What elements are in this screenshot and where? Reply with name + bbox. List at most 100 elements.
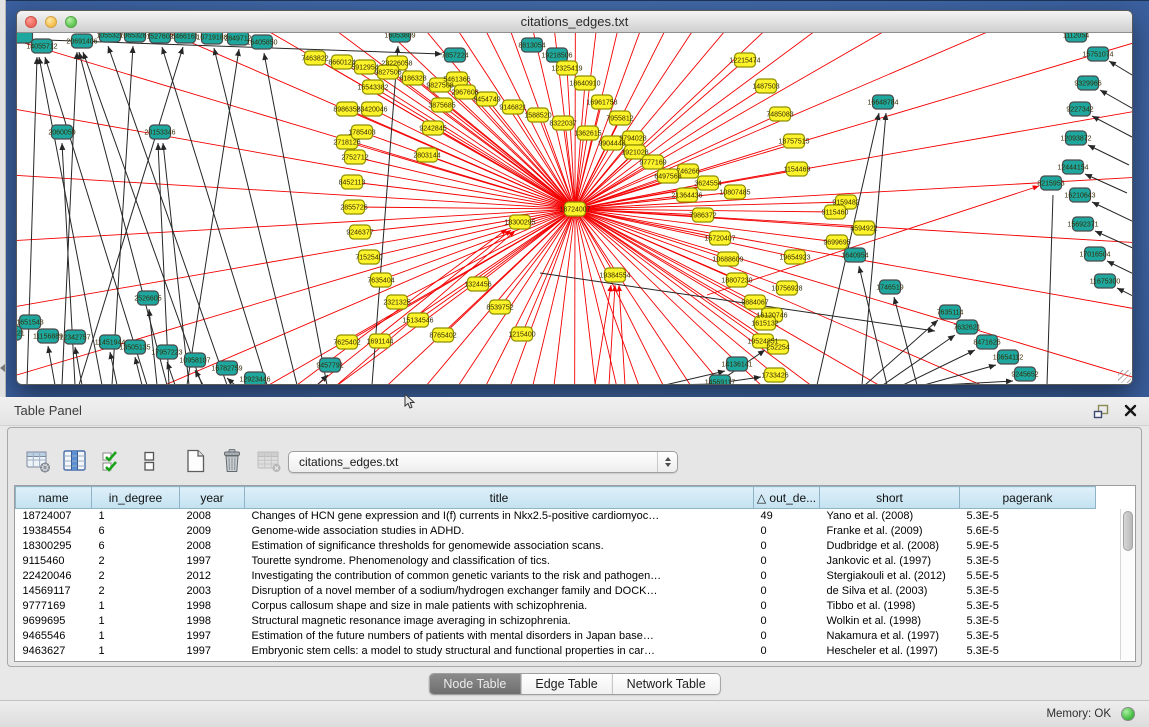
column-header[interactable]: △ out_de... <box>754 487 820 509</box>
select-rows-button[interactable] <box>97 448 127 474</box>
tab-network-table[interactable]: Network Table <box>612 674 720 694</box>
table-cell[interactable]: 18724007 <box>16 509 92 525</box>
table-cell[interactable]: Nakamura et al. (1997) <box>820 629 960 644</box>
table-cell[interactable]: 1 <box>92 509 180 525</box>
table-cell[interactable]: Structural magnetic resonance image aver… <box>245 614 754 629</box>
table-row[interactable]: 1456911722003Disruption of a novel membe… <box>16 584 1122 599</box>
table-cell[interactable]: 5.3E-5 <box>960 614 1096 629</box>
column-header[interactable]: in_degree <box>92 487 180 509</box>
table-cell[interactable] <box>1096 644 1122 659</box>
table-cell[interactable]: 1 <box>92 614 180 629</box>
table-cell[interactable] <box>1096 509 1122 525</box>
table-cell[interactable] <box>1096 539 1122 554</box>
table-cell[interactable]: 2003 <box>180 584 245 599</box>
table-cell[interactable]: 0 <box>754 584 820 599</box>
table-cell[interactable]: 1997 <box>180 554 245 569</box>
table-cell[interactable]: 1998 <box>180 614 245 629</box>
select-column-button[interactable] <box>60 448 90 474</box>
table-cell[interactable]: 5.6E-5 <box>960 524 1096 539</box>
table-cell[interactable]: 2 <box>92 554 180 569</box>
delete-column-button[interactable] <box>217 448 247 474</box>
tab-node-table[interactable]: Node Table <box>429 674 520 694</box>
table-cell[interactable]: 5.3E-5 <box>960 554 1096 569</box>
graph-node[interactable] <box>17 33 33 43</box>
table-cell[interactable] <box>1096 524 1122 539</box>
table-cell[interactable]: 2009 <box>180 524 245 539</box>
table-cell[interactable]: 1998 <box>180 599 245 614</box>
table-cell[interactable]: 14569117 <box>16 584 92 599</box>
table-row[interactable]: 969969511998Structural magnetic resonanc… <box>16 614 1122 629</box>
table-row[interactable]: 1938455462009Genome-wide association stu… <box>16 524 1122 539</box>
table-cell[interactable]: 2 <box>92 569 180 584</box>
table-row[interactable]: 2242004622012Investigating the contribut… <box>16 569 1122 584</box>
float-panel-icon[interactable] <box>1093 404 1109 424</box>
scrollbar-thumb[interactable] <box>1123 511 1133 551</box>
table-cell[interactable]: 2008 <box>180 539 245 554</box>
table-cell[interactable]: 49 <box>754 509 820 525</box>
delete-table-button[interactable] <box>254 448 284 474</box>
tab-edge-table[interactable]: Edge Table <box>520 674 611 694</box>
table-cell[interactable]: 0 <box>754 644 820 659</box>
window-titlebar[interactable]: citations_edges.txt <box>17 11 1132 33</box>
table-cell[interactable]: 1 <box>92 644 180 659</box>
table-row[interactable]: 1830029562008Estimation of significance … <box>16 539 1122 554</box>
table-cell[interactable]: Jankovic et al. (1997) <box>820 554 960 569</box>
collapse-left-arrow-icon[interactable] <box>0 364 5 372</box>
table-settings-button[interactable] <box>23 448 53 474</box>
table-cell[interactable]: Estimation of the future numbers of pati… <box>245 629 754 644</box>
table-cell[interactable]: Disruption of a novel member of a sodium… <box>245 584 754 599</box>
table-cell[interactable]: 0 <box>754 554 820 569</box>
column-header[interactable]: year <box>180 487 245 509</box>
table-selector-dropdown[interactable]: citations_edges.txt <box>288 451 678 473</box>
table-cell[interactable]: 5.3E-5 <box>960 509 1096 525</box>
table-cell[interactable]: Investigating the contribution of common… <box>245 569 754 584</box>
table-cell[interactable]: 9115460 <box>16 554 92 569</box>
table-cell[interactable]: 0 <box>754 524 820 539</box>
citation-network-canvas[interactable]: 1405571220691406105532710653287152760264… <box>17 33 1132 384</box>
table-cell[interactable]: Corpus callosum shape and size in male p… <box>245 599 754 614</box>
table-cell[interactable] <box>1096 629 1122 644</box>
column-header[interactable]: pagerank <box>960 487 1096 509</box>
table-cell[interactable] <box>1096 614 1122 629</box>
clear-selection-button[interactable] <box>134 448 164 474</box>
table-cell[interactable]: 2008 <box>180 509 245 525</box>
table-cell[interactable]: 5.3E-5 <box>960 584 1096 599</box>
table-cell[interactable]: 6 <box>92 524 180 539</box>
table-row[interactable]: 977716911998Corpus callosum shape and si… <box>16 599 1122 614</box>
table-cell[interactable]: 9699695 <box>16 614 92 629</box>
table-cell[interactable]: 9777169 <box>16 599 92 614</box>
network-view[interactable]: 1405571220691406105532710653287152760264… <box>17 33 1132 384</box>
table-cell[interactable]: 1 <box>92 629 180 644</box>
table-cell[interactable]: 5.3E-5 <box>960 599 1096 614</box>
table-cell[interactable]: 2012 <box>180 569 245 584</box>
table-cell[interactable] <box>1096 599 1122 614</box>
table-cell[interactable]: 0 <box>754 599 820 614</box>
table-cell[interactable]: 1997 <box>180 644 245 659</box>
table-cell[interactable]: 0 <box>754 569 820 584</box>
table-cell[interactable]: Estimation of significance thresholds fo… <box>245 539 754 554</box>
table-row[interactable]: 946362711997Embryonic stem cells: a mode… <box>16 644 1122 659</box>
table-cell[interactable]: 18300295 <box>16 539 92 554</box>
table-cell[interactable]: Yano et al. (2008) <box>820 509 960 525</box>
table-cell[interactable]: 0 <box>754 629 820 644</box>
table-cell[interactable]: 22420046 <box>16 569 92 584</box>
table-row[interactable]: 946554611997Estimation of the future num… <box>16 629 1122 644</box>
table-cell[interactable]: Wolkin et al. (1998) <box>820 614 960 629</box>
close-panel-icon[interactable] <box>1124 404 1137 422</box>
table-cell[interactable]: 5.3E-5 <box>960 629 1096 644</box>
table-cell[interactable]: 0 <box>754 539 820 554</box>
table-cell[interactable]: 1997 <box>180 629 245 644</box>
table-cell[interactable]: Stergiakouli et al. (2012) <box>820 569 960 584</box>
table-cell[interactable]: Hescheler et al. (1997) <box>820 644 960 659</box>
table-cell[interactable] <box>1096 569 1122 584</box>
vertical-scrollbar[interactable] <box>1120 509 1135 660</box>
table-row[interactable]: 911546021997Tourette syndrome. Phenomeno… <box>16 554 1122 569</box>
table-cell[interactable]: Tourette syndrome. Phenomenology and cla… <box>245 554 754 569</box>
table-cell[interactable]: 1 <box>92 599 180 614</box>
table-cell[interactable] <box>1096 554 1122 569</box>
table-cell[interactable] <box>1096 584 1122 599</box>
table-cell[interactable]: 9465546 <box>16 629 92 644</box>
table-cell[interactable]: 5.5E-5 <box>960 569 1096 584</box>
column-header[interactable]: name <box>16 487 92 509</box>
new-column-button[interactable] <box>180 448 210 474</box>
